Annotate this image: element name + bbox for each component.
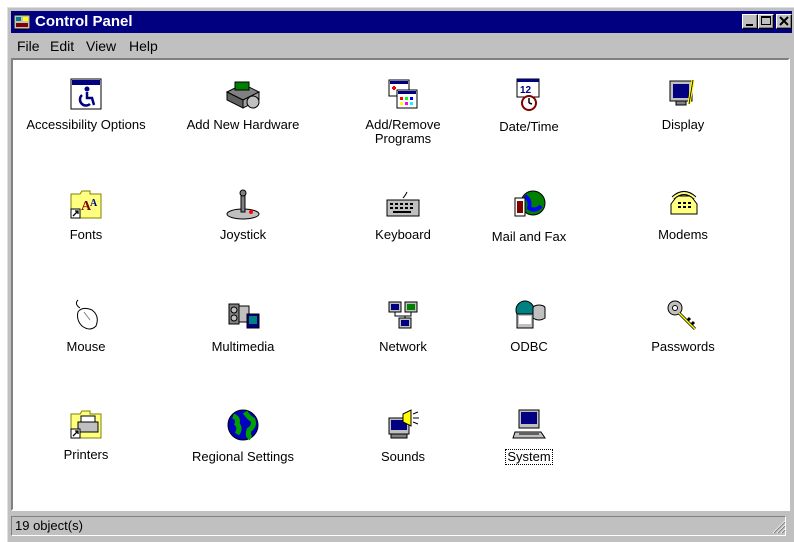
passwords-icon [667,300,697,331]
multimedia-icon [228,303,260,329]
minimize-button[interactable] [742,14,758,29]
maximize-button[interactable] [758,14,774,29]
item-label: Mouse [66,339,106,354]
printers-icon [70,410,102,439]
item-label: Network [379,339,427,354]
item-label: Printers [63,447,109,462]
status-bar: 19 object(s) [11,514,790,538]
add-hardware-icon [225,81,261,109]
status-text: 19 object(s) [11,516,786,536]
item-label: Multimedia [211,339,275,354]
minimize-icon [746,24,753,26]
menu-bar: File Edit View Help [11,35,792,57]
item-label: Add/Remove Programs [365,117,441,146]
item-date-time[interactable]: 12 Date/Time [459,78,599,136]
item-modems[interactable]: Modems [613,188,753,244]
network-icon [388,301,418,329]
item-label: System [505,449,553,465]
display-icon [669,79,695,106]
item-odbc[interactable]: ODBC [459,298,599,356]
item-label: Display [661,117,705,132]
item-label: Accessibility Options [26,117,146,132]
item-add-remove-programs[interactable]: Add/Remove Programs [333,78,473,148]
item-display[interactable]: Display [613,78,753,134]
item-label: Keyboard [375,227,431,242]
close-icon [779,16,789,26]
joystick-icon [226,189,260,220]
add-remove-programs-icon [388,79,418,109]
item-label: Passwords [651,339,715,354]
svg-text:12: 12 [520,85,532,96]
item-label: Add New Hardware [186,117,300,132]
title-bar[interactable]: Control Panel [11,11,792,33]
icon-view: Accessibility Options Add New Hardware A… [11,58,790,511]
item-passwords[interactable]: Passwords [613,298,753,356]
close-button[interactable] [776,14,792,29]
control-panel-window: Control Panel File Edit View Help Access… [7,7,794,542]
item-label: Date/Time [499,119,559,134]
item-accessibility-options[interactable]: Accessibility Options [16,78,156,134]
item-add-new-hardware[interactable]: Add New Hardware [173,78,313,134]
regional-settings-icon [227,409,259,441]
modem-icon [670,191,698,215]
item-keyboard[interactable]: Keyboard [333,188,473,244]
resize-grip-icon[interactable] [772,520,786,534]
item-label: ODBC [510,339,548,354]
mail-fax-icon [514,190,546,217]
maximize-icon [761,16,771,25]
item-multimedia[interactable]: Multimedia [173,298,313,356]
item-joystick[interactable]: Joystick [173,188,313,244]
window-title: Control Panel [35,13,133,30]
item-label: Regional Settings [192,449,294,464]
item-label: Joystick [219,227,267,242]
item-label: Mail and Fax [491,229,567,244]
control-panel-icon [14,14,30,30]
item-label: Fonts [69,227,103,242]
item-sounds[interactable]: Sounds [333,408,473,466]
item-printers[interactable]: Printers [16,408,156,464]
item-mouse[interactable]: Mouse [16,298,156,356]
menu-view[interactable]: View [86,38,116,54]
item-fonts[interactable]: A A Fonts [16,188,156,244]
item-system[interactable]: System [459,408,599,466]
menu-file[interactable]: File [17,38,40,54]
sounds-icon [388,409,419,439]
accessibility-icon [70,78,102,110]
odbc-icon [515,300,546,329]
date-time-icon: 12 [516,78,540,111]
mouse-icon [75,299,98,330]
item-mail-and-fax[interactable]: Mail and Fax [459,188,599,246]
item-label: Sounds [380,449,426,464]
menu-help[interactable]: Help [129,38,158,54]
svg-text:A: A [90,198,98,209]
item-network[interactable]: Network [333,298,473,356]
fonts-icon: A A [70,190,102,219]
keyboard-icon [386,191,420,217]
item-regional-settings[interactable]: Regional Settings [173,408,313,466]
system-icon [512,409,546,439]
item-label: Modems [658,227,708,242]
menu-edit[interactable]: Edit [50,38,74,54]
